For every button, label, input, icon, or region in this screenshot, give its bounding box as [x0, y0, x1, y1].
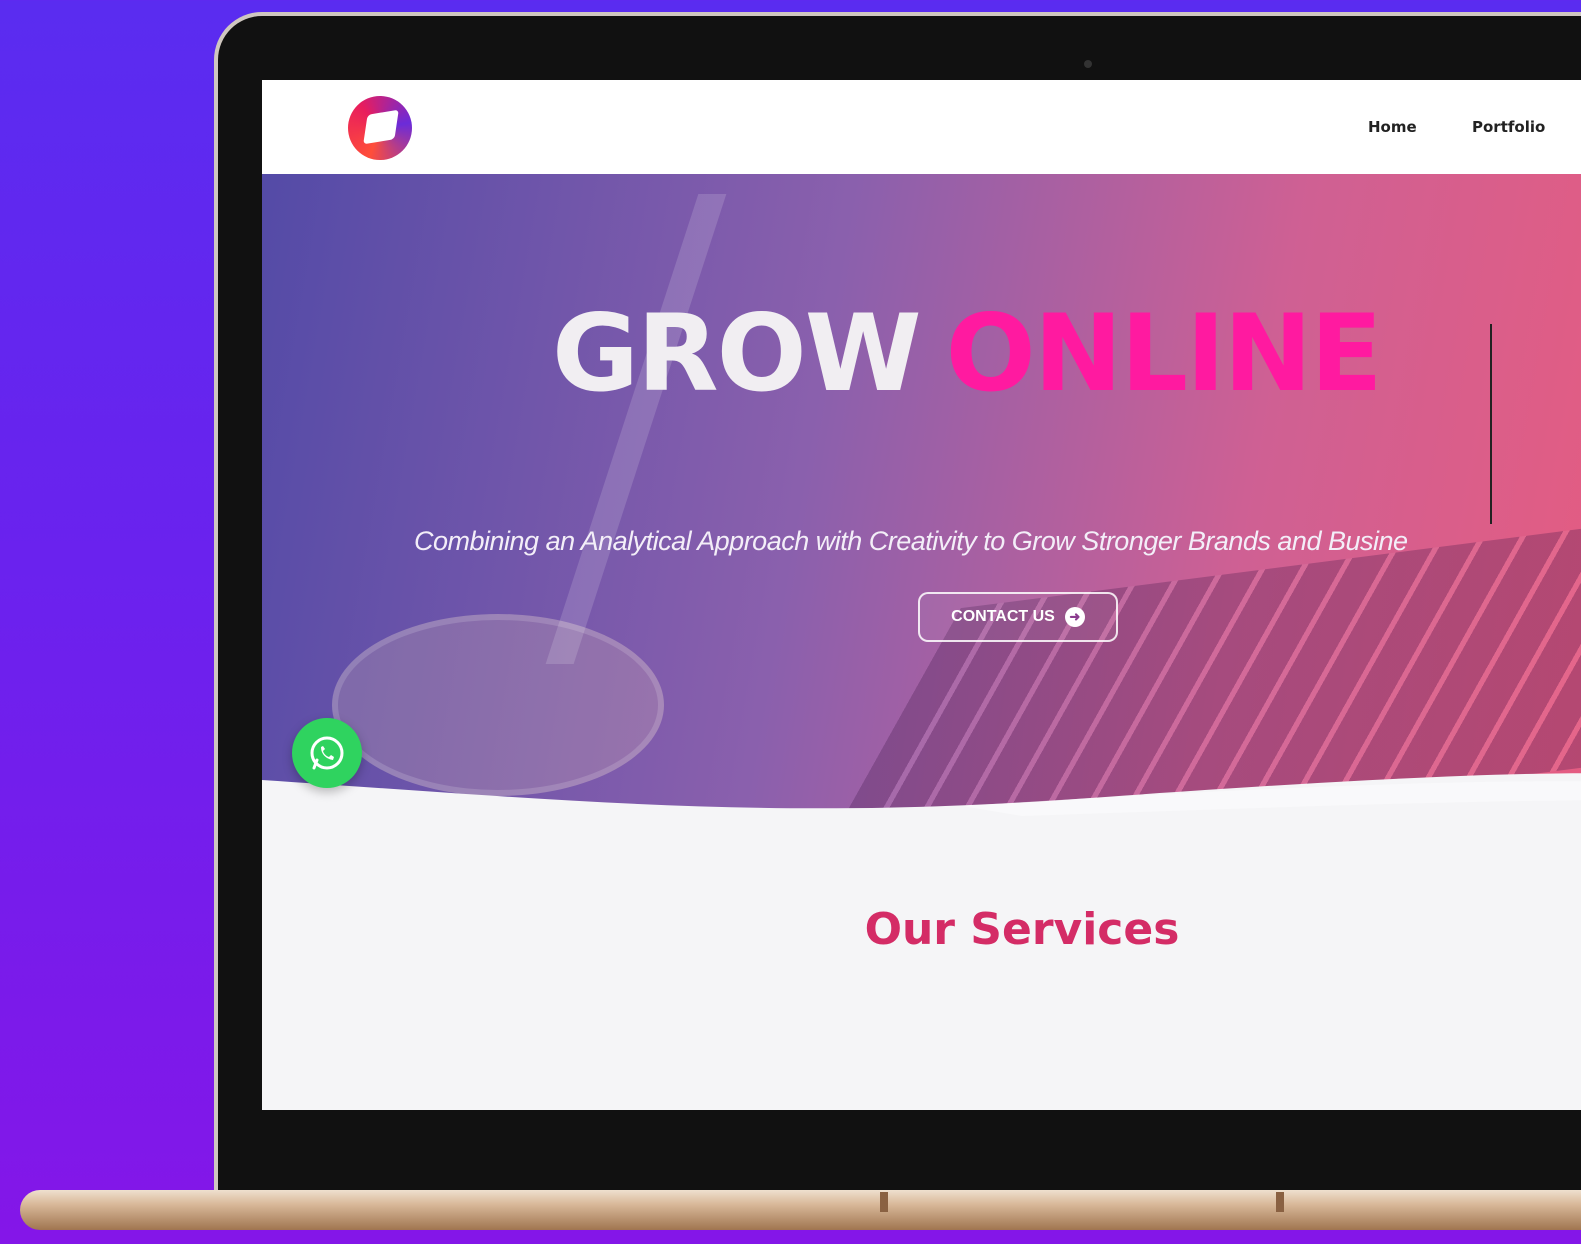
laptop-base	[20, 1190, 1581, 1230]
contact-us-label: CONTACT US	[951, 608, 1055, 625]
whatsapp-button[interactable]	[292, 718, 362, 788]
hero-section: GROW ONLINE Combining an Analytical Appro…	[262, 174, 1581, 824]
contact-us-button[interactable]: CONTACT US ➜	[918, 592, 1118, 642]
nav-home-link[interactable]: Home	[1368, 118, 1417, 136]
website-screen: Home Portfolio GROW ONLINE Combining an A…	[262, 80, 1581, 1110]
typing-cursor	[1490, 324, 1492, 524]
laptop-frame: Home Portfolio GROW ONLINE Combining an A…	[214, 12, 1581, 1212]
base-hinge-right	[1276, 1192, 1284, 1212]
services-heading: Our Services	[864, 904, 1180, 955]
camera-dot	[1084, 60, 1092, 68]
hero-wave-divider	[262, 773, 1581, 840]
nav-portfolio-link[interactable]: Portfolio	[1472, 118, 1545, 136]
hero-headline: GROW ONLINE	[552, 292, 1383, 415]
headline-word-online: ONLINE	[945, 292, 1383, 415]
navbar: Home Portfolio	[262, 80, 1581, 174]
headline-word-grow: GROW	[552, 292, 922, 415]
logo-mark-icon	[363, 109, 399, 145]
hero-subtitle: Combining an Analytical Approach with Cr…	[414, 526, 1408, 556]
whatsapp-icon	[310, 736, 344, 770]
arrow-right-circle-icon: ➜	[1064, 607, 1085, 627]
brand-logo[interactable]	[348, 96, 412, 160]
base-hinge-left	[880, 1192, 888, 1212]
